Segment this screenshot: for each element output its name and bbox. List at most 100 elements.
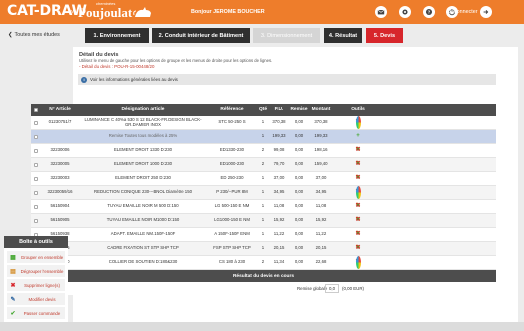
top-header: CAT-DRAW by cheminées Poujoulat Bonjour … [0,0,524,24]
row-tools: ✎✖+ [333,200,383,213]
ungroup-icon: ▤ [10,268,16,275]
row-checkbox[interactable] [31,200,41,213]
add-icon[interactable]: + [355,144,361,157]
edit-devis-button[interactable]: ✎ Modifier devis [7,293,65,305]
add-icon[interactable]: + [355,172,361,185]
cell-reference: ED1330-230 [219,147,245,153]
poujoulat-logo: Poujoulat [78,5,133,20]
cell-pu: 370,38 [272,119,286,125]
table-row[interactable]: 32230003 ELEMENT DROIT 250 D:230 ED 250-23… [31,172,496,186]
info-label: Voir les informations générales liées au… [90,77,178,82]
cell-remise: 0,00 [294,147,304,153]
cell-qte: 2 [261,259,265,265]
table-row[interactable]: 22999010COLLIER DE SOUTIEN D:180&230CS 1… [31,256,496,270]
ungroup-label: Dégrouper l'ensemble [20,268,64,274]
table-row[interactable]: 32230006 ELEMENT DROIT 1330 D:230 ED1330-2… [31,144,496,158]
row-checkbox[interactable] [31,116,41,129]
cell-qte: 2 [261,147,265,153]
settings-button[interactable] [399,6,411,18]
cell-montant: 15,92 [315,217,327,223]
catdraw-logo: CAT-DRAW [7,3,87,19]
add-icon[interactable]: + [355,158,361,171]
remise-input[interactable]: 0,0 [325,284,339,293]
table-row[interactable]: 32230059/16 REDUCTION CONIQUE 230---BNOL … [31,186,496,200]
group-button[interactable]: ▦ Grouper en ensemble [7,251,65,263]
row-tools: ✎✖+ [333,228,383,241]
table-row[interactable]: 01230751/7 LUMINANCE C 40%a 530 S 12 BLAC… [31,116,496,130]
cell-montant: 159,40 [314,161,328,167]
row-checkbox[interactable] [31,186,41,199]
logout-link[interactable]: Déconnecter [447,9,478,15]
add-icon[interactable]: + [355,242,361,255]
tab-resultat[interactable]: 4. Résultat [324,28,362,43]
cell-reference: LG 500-150 E NM [214,203,250,209]
select-all-checkbox[interactable] [31,104,41,116]
cell-designation: TUYAU EMAILLE NOIR M 500 D:150 [107,203,179,209]
toolbox-title: Boîte à outils [4,236,68,248]
devis-reference: - Détail du devis : POU-R-15-00448/20 [79,64,155,69]
table-row[interactable]: Remise Toutes tous modèles à 25% 1 199,33 0… [31,130,496,144]
add-icon[interactable]: + [355,228,361,241]
palette-icon[interactable] [355,116,361,129]
group-label: Grouper en ensemble [20,254,64,260]
table-row[interactable]: 56150938 ADAPT. EMAILLE NM.150F-150F A 150… [31,228,496,242]
logout-button[interactable] [480,6,492,18]
row-checkbox[interactable] [31,144,41,157]
add-icon[interactable]: + [355,200,361,213]
table-header: N° Article Désignation article Référence… [31,104,496,116]
cell-montant: 11,22 [315,231,327,237]
back-to-studies-link[interactable]: ❮ Toutes mes études [8,32,60,38]
table-row[interactable]: 85000505CADRE FIXATION ST STP SHP TCPFSP… [31,242,496,256]
cell-designation: ELEMENT DROIT 1330 D:230 [113,147,173,153]
cell-remise: 0,00 [294,203,304,209]
cell-qte: 1 [261,231,265,237]
table-row[interactable]: 56150905 TUYAU EMAILLE NOIR M1000 D:150 LG… [31,214,496,228]
header-outils: Outils [351,107,365,113]
palette-icon[interactable] [355,186,361,199]
row-tools: ✎✖+ [333,242,383,255]
cell-reference: ED1000-230 [219,161,245,167]
cell-designation: TUYAU EMAILLE NOIR M1000 D:150 [106,217,180,223]
cell-designation: ELEMENT DROIT 1000 D:230 [113,161,173,167]
add-icon[interactable]: + [355,130,361,143]
cell-designation: CADRE FIXATION ST STP SHP TCP [107,245,179,251]
delete-lines-button[interactable]: ✖ Supprimer ligne(s) [7,279,65,291]
remise-eur: (0,00 EUR) [342,286,364,291]
tab-devis[interactable]: 5. Devis [366,28,403,43]
tab-conduit[interactable]: 2. Conduit intérieur de Bâtiment [152,28,250,43]
tab-environnement[interactable]: 1. Environnement [85,28,149,43]
table-row[interactable]: 32230005 ELEMENT DROIT 1000 D:230 ED1000-2… [31,158,496,172]
help-button[interactable]: ? [423,6,435,18]
order-button[interactable]: ✔ Passer commande [7,307,65,319]
chevron-left-icon: ❮ [8,32,13,38]
row-checkbox[interactable] [31,130,41,143]
cell-article: 32230006 [50,147,70,153]
cell-montant: 37,00 [315,175,327,181]
cell-reference: A 150F-150F ENM [214,231,250,237]
row-checkbox[interactable] [31,172,41,185]
table-row[interactable]: 56150904 TUYAU EMAILLE NOIR M 500 D:150 LG… [31,200,496,214]
row-checkbox[interactable] [31,158,41,171]
remise-globale-row: Remise globale 0,0 (0,00 EUR) [31,282,496,295]
cell-montant: 34,95 [315,189,327,195]
tab-dimensionnement[interactable]: 3. Dimensionnement [253,28,320,43]
mail-button[interactable] [375,6,387,18]
row-checkbox[interactable] [31,214,41,227]
header-designation: Désignation article [121,107,165,113]
cell-reference: STC 50-250 S [218,119,246,125]
cell-pu: 34,95 [273,189,285,195]
cell-reference: LG1000-150 E NM [214,217,250,223]
cell-pu: 11,34 [273,259,285,265]
info-toggle-bar[interactable]: i Voir les informations générales liées … [78,74,496,85]
cell-reference: CS 180 à 230 [218,259,246,265]
cell-remise: 0,00 [294,217,304,223]
cell-designation: LUMINANCE C 40%a 530 S 12 BLACK-FR.DESIG… [84,117,202,127]
ungroup-button[interactable]: ▤ Dégrouper l'ensemble [7,265,65,277]
delete-icon: ✖ [10,282,16,289]
palette-icon[interactable] [355,256,361,269]
page-subtitle: Utilisez le menu de gauche pour les opti… [79,58,273,63]
add-icon[interactable]: + [355,214,361,227]
cell-designation: ELEMENT DROIT 250 D:230 [115,175,171,181]
cell-pu: 99,08 [273,147,285,153]
header-article: N° Article [49,107,71,113]
